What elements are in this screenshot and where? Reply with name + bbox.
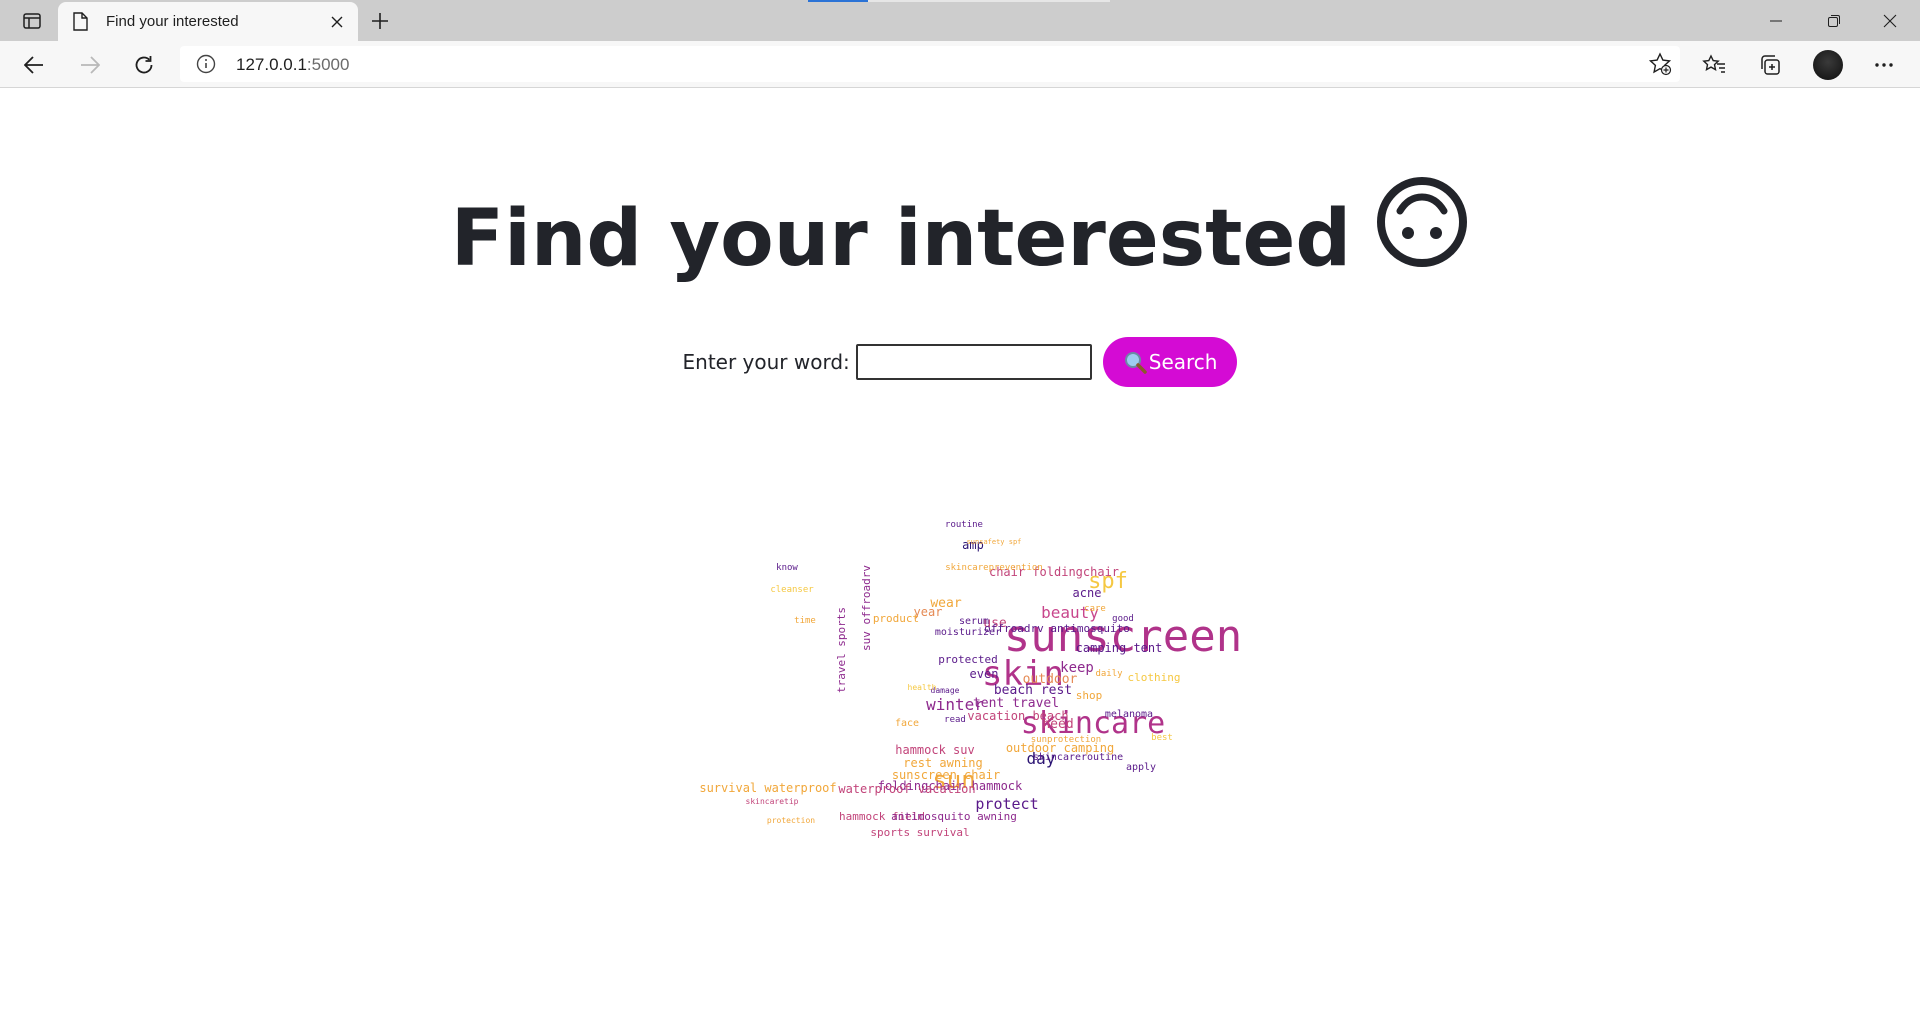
word-cloud-word: melanoma xyxy=(1105,709,1153,720)
word-cloud-word: best xyxy=(1151,733,1173,743)
favorites-icon xyxy=(1702,54,1725,73)
word-cloud-word: moisturizer xyxy=(935,627,1001,638)
url-host: 127.0.0.1 xyxy=(236,55,307,74)
word-cloud-word: product xyxy=(873,612,919,625)
word-cloud-word: serum xyxy=(959,616,989,627)
magnifier-icon xyxy=(1123,350,1147,374)
upside-down-face-icon xyxy=(1375,175,1469,288)
add-favorite-icon[interactable] xyxy=(1648,52,1672,81)
word-cloud-word: daily xyxy=(1095,669,1123,679)
tab-actions-button[interactable] xyxy=(14,7,50,35)
url-text: 127.0.0.1:5000 xyxy=(236,55,349,75)
word-cloud-word: acne xyxy=(1073,586,1102,600)
plus-icon xyxy=(372,13,388,29)
browser-tab[interactable]: Find your interested xyxy=(58,2,358,41)
page-title-text: Find your interested xyxy=(450,194,1352,284)
info-icon[interactable] xyxy=(196,54,216,79)
page-icon xyxy=(72,12,88,36)
search-button-label: Search xyxy=(1148,350,1218,374)
back-button[interactable] xyxy=(16,47,52,83)
new-tab-button[interactable] xyxy=(366,8,394,34)
page-title: Find your interested xyxy=(0,175,1920,288)
word-cloud-word: read xyxy=(944,715,966,725)
refresh-button[interactable] xyxy=(126,47,162,83)
word-cloud-word: antimosquito awning xyxy=(891,810,1017,823)
word-cloud-word: skincareprevention xyxy=(945,563,1043,573)
restore-icon xyxy=(1828,14,1840,27)
tab-bar: Find your interested xyxy=(0,0,1920,41)
word-cloud-word: know xyxy=(776,563,798,573)
page-content: Find your interested Enter your word: Se… xyxy=(0,89,1920,1027)
arrow-left-icon xyxy=(24,56,43,74)
word-cloud-word: apply xyxy=(1126,762,1156,773)
avatar xyxy=(1813,50,1843,80)
word-cloud-word: routine xyxy=(945,520,983,530)
minimize-icon xyxy=(1770,20,1782,21)
word-cloud-word: protected xyxy=(938,653,998,666)
word-cloud-word: sports survival xyxy=(870,826,969,839)
word-cloud-word: waterproof vacation xyxy=(838,782,975,796)
collections-button[interactable] xyxy=(1752,47,1788,83)
word-cloud: sunscreen skincare skin sun spf beauty protect… xyxy=(699,515,1260,855)
close-icon[interactable] xyxy=(326,11,348,33)
word-cloud-word: vacation beach xyxy=(967,709,1068,723)
search-label: Enter your word: xyxy=(682,350,850,374)
window-close-button[interactable] xyxy=(1862,0,1918,41)
word-cloud-word: time xyxy=(794,616,816,626)
word-cloud-word: skincaretip xyxy=(746,797,799,806)
settings-menu-button[interactable] xyxy=(1866,47,1902,83)
search-input[interactable] xyxy=(855,344,1092,380)
search-button[interactable]: Search xyxy=(1102,337,1238,387)
word-cloud-word: face xyxy=(895,718,919,729)
word-cloud-word: camping tent xyxy=(1076,641,1163,655)
url-port: :5000 xyxy=(306,55,350,74)
word-cloud-word: offroadrv antimosquito xyxy=(984,622,1130,635)
tab-actions-icon xyxy=(23,13,41,29)
word-cloud-word: hammock suv xyxy=(895,743,974,757)
arrow-right-icon xyxy=(81,56,100,74)
tab-title: Find your interested xyxy=(106,13,239,30)
favorites-button[interactable] xyxy=(1696,47,1732,83)
word-cloud-word: travel sports xyxy=(835,607,848,693)
collections-icon xyxy=(1761,55,1780,75)
minimize-button[interactable] xyxy=(1748,0,1804,41)
word-cloud-word: suv offroadrv xyxy=(860,565,873,651)
refresh-icon xyxy=(135,56,153,74)
word-cloud-word: even xyxy=(970,667,999,681)
word-cloud-word: care xyxy=(1084,604,1106,614)
word-cloud-word: clothing xyxy=(1128,671,1181,684)
word-cloud-word: shop xyxy=(1076,689,1103,702)
browser-toolbar: 127.0.0.1:5000 xyxy=(0,41,1920,88)
word-cloud-word: protection xyxy=(767,816,815,825)
forward-button[interactable] xyxy=(72,47,108,83)
tab-strip-indicator xyxy=(808,0,868,2)
restore-button[interactable] xyxy=(1806,0,1862,41)
word-cloud-word: skincareroutine xyxy=(1033,752,1123,763)
search-form: Enter your word: Search xyxy=(0,337,1920,387)
close-icon xyxy=(1883,14,1897,27)
word-cloud-word: sunprotection xyxy=(1031,735,1101,745)
more-horizontal-icon xyxy=(1875,63,1893,67)
address-bar[interactable]: 127.0.0.1:5000 xyxy=(180,46,1680,82)
tab-strip-indicator-track xyxy=(868,0,1110,2)
word-cloud-word: cleanser xyxy=(770,585,814,595)
word-cloud-word: sunsafety spf xyxy=(967,538,1022,546)
word-cloud-word: good xyxy=(1112,614,1134,624)
profile-button[interactable] xyxy=(1810,47,1846,83)
word-cloud-word: health xyxy=(908,683,937,692)
word-cloud-word: survival waterproof xyxy=(700,781,837,795)
